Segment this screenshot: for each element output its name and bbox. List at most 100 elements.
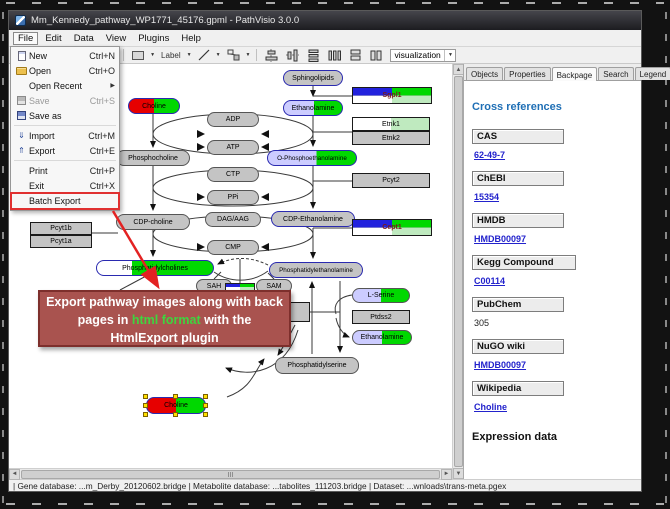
selection-handle[interactable]	[203, 403, 208, 408]
window-title: Mm_Kennedy_pathway_WP1771_45176.gpml - P…	[31, 15, 299, 26]
db-header-nugo: NuGO wiki	[472, 339, 564, 354]
chevron-down-icon[interactable]: ▼	[216, 52, 221, 58]
pathway-node-sgpl1[interactable]: Sgpl1	[352, 87, 432, 104]
pathway-node-pcyt2[interactable]: Pcyt2	[352, 173, 430, 188]
align-center-button[interactable]	[263, 48, 280, 62]
menu-edit[interactable]: Edit	[40, 32, 66, 45]
pathway-node-cdp-ethanolamine[interactable]: CDP-Ethanolamine	[271, 211, 355, 227]
pathway-node-ethanolamine[interactable]: Ethanolamine	[283, 100, 343, 116]
selection-handle[interactable]	[203, 394, 208, 399]
pathway-node-choline[interactable]: Choline	[128, 98, 180, 114]
visualization-combobox[interactable]: visualization ▼	[390, 49, 456, 62]
submenu-arrow-icon: ▶	[110, 82, 115, 89]
pathway-node-ctp[interactable]: CTP	[207, 167, 259, 182]
selection-handle[interactable]	[143, 403, 148, 408]
side-panel-tabs: Objects Properties Backpage Search Legen…	[464, 64, 641, 80]
pathway-node-phosphatidylethanolamine[interactable]: Phosphatidylethanolamine	[269, 262, 363, 278]
shape-tool-button[interactable]	[225, 48, 242, 62]
file-menu-open-recent[interactable]: Open Recent▶	[11, 78, 119, 93]
file-menu-new[interactable]: NewCtrl+N	[11, 48, 119, 63]
pathway-node-phosphatidylcholines[interactable]: Phosphatidylcholines	[96, 260, 214, 276]
db-header-wikipedia: Wikipedia	[472, 381, 564, 396]
menu-plugins[interactable]: Plugins	[133, 32, 174, 45]
pathway-node-l-serine[interactable]: L-Serine	[352, 288, 410, 303]
file-menu-import[interactable]: ⇓ImportCtrl+M	[11, 128, 119, 143]
pathway-node-cept1[interactable]: Cept1	[352, 219, 432, 236]
label-tool-button[interactable]: Label	[159, 48, 183, 62]
distribute-vertical-button[interactable]	[305, 48, 322, 62]
pathway-node-dag[interactable]: DAG/AAG	[205, 212, 261, 227]
pathway-node-atp[interactable]: ATP	[207, 140, 259, 155]
chevron-down-icon[interactable]: ▼	[150, 52, 155, 58]
file-menu-batch-export[interactable]: Batch Export	[11, 193, 119, 209]
pathway-node-adp[interactable]: ADP	[207, 112, 259, 127]
stack-horizontal-button[interactable]	[368, 48, 384, 62]
pathway-node-ptdss2[interactable]: Ptdss2	[352, 310, 410, 324]
app-icon	[15, 15, 26, 26]
tab-legend[interactable]: Legend	[635, 67, 670, 80]
pathway-node-etnk2[interactable]: Etnk2	[352, 131, 430, 145]
cross-references-heading: Cross references	[472, 101, 641, 113]
file-menu-save[interactable]: SaveCtrl+S	[11, 93, 119, 108]
screenshot-stage: Mm_Kennedy_pathway_WP1771_45176.gpml - P…	[0, 0, 670, 509]
backpage-content: Cross references CAS 62-49-7 ChEBI 15354…	[464, 80, 641, 479]
pathway-node-ppi[interactable]: PPi	[207, 190, 259, 205]
line-tool-button[interactable]	[196, 48, 212, 62]
distribute-horizontal-button[interactable]	[326, 48, 343, 62]
hscroll-thumb[interactable]	[21, 470, 440, 479]
pathway-node-pcyt1a[interactable]: Pcyt1a	[30, 235, 92, 248]
tab-backpage[interactable]: Backpage	[552, 67, 598, 81]
menu-view[interactable]: View	[101, 32, 131, 45]
menu-file[interactable]: File	[13, 32, 38, 45]
xref-link-chebi[interactable]: 15354	[474, 192, 499, 202]
menu-help[interactable]: Help	[176, 32, 206, 45]
menu-bar: File Edit Data View Plugins Help	[9, 30, 641, 47]
db-header-hmdb: HMDB	[472, 213, 564, 228]
selection-handle[interactable]	[143, 394, 148, 399]
pathway-node-etnk1[interactable]: Etnk1	[352, 117, 430, 131]
xref-link-hmdb[interactable]: HMDB00097	[474, 234, 526, 244]
selection-handle[interactable]	[203, 412, 208, 417]
pathway-node-o-phosphoethanolamine[interactable]: O-Phosphoethanolamine	[267, 150, 357, 166]
file-menu-exit[interactable]: ExitCtrl+X	[11, 178, 119, 193]
xref-link-kegg[interactable]: C00114	[474, 276, 505, 286]
xref-link-nugo[interactable]: HMDB00097	[474, 360, 526, 370]
selection-handle[interactable]	[143, 412, 148, 417]
chevron-down-icon[interactable]: ▼	[246, 52, 251, 58]
pathway-node-pcyt1b[interactable]: Pcyt1b	[30, 222, 92, 235]
pathway-node-cdp-choline[interactable]: CDP-choline	[116, 214, 190, 230]
scroll-right-icon[interactable]: ►	[441, 469, 452, 480]
file-menu-open[interactable]: OpenCtrl+O	[11, 63, 119, 78]
datanode-tool-button[interactable]	[130, 48, 146, 62]
xref-link-wikipedia[interactable]: Choline	[474, 402, 507, 412]
pathway-node-sphingolipids[interactable]: Sphingolipids	[283, 70, 343, 86]
tab-search[interactable]: Search	[598, 67, 633, 80]
align-middle-button[interactable]	[284, 48, 301, 62]
file-menu-popup: NewCtrl+N OpenCtrl+O Open Recent▶ SaveCt…	[10, 46, 120, 211]
chevron-down-icon[interactable]: ▼	[444, 50, 455, 61]
file-menu-save-as[interactable]: Save as	[11, 108, 119, 123]
vscroll-thumb[interactable]	[454, 76, 463, 467]
xref-link-cas[interactable]: 62-49-7	[474, 150, 505, 160]
stack-vertical-button[interactable]	[347, 48, 364, 62]
status-bar: | Gene database: ...m_Derby_20120602.bri…	[9, 479, 641, 491]
pathway-node-phosphatidylserine[interactable]: Phosphatidylserine	[275, 357, 359, 374]
pathway-node-cmp[interactable]: CMP	[207, 240, 259, 255]
pathway-node-ethanolamine-2[interactable]: Ethanolamine	[352, 330, 412, 345]
pathway-node-phosphocholine[interactable]: Phosphocholine	[116, 150, 190, 166]
canvas-vscrollbar[interactable]: ▲ ▼	[452, 64, 463, 479]
tab-properties[interactable]: Properties	[504, 67, 550, 80]
import-icon: ⇓	[14, 131, 29, 140]
canvas-hscrollbar[interactable]: ◄ ►	[9, 468, 452, 479]
menu-separator	[14, 125, 116, 126]
file-menu-print[interactable]: PrintCtrl+P	[11, 163, 119, 178]
status-text: | Gene database: ...m_Derby_20120602.bri…	[13, 481, 506, 491]
tab-objects[interactable]: Objects	[466, 67, 503, 80]
scroll-left-icon[interactable]: ◄	[9, 469, 20, 480]
menu-data[interactable]: Data	[69, 32, 99, 45]
screenshot-edge	[6, 503, 664, 505]
chevron-down-icon[interactable]: ▼	[187, 52, 192, 58]
file-menu-export[interactable]: ⇑ExportCtrl+E	[11, 143, 119, 158]
selection-handle[interactable]	[173, 394, 178, 399]
selection-handle[interactable]	[173, 412, 178, 417]
